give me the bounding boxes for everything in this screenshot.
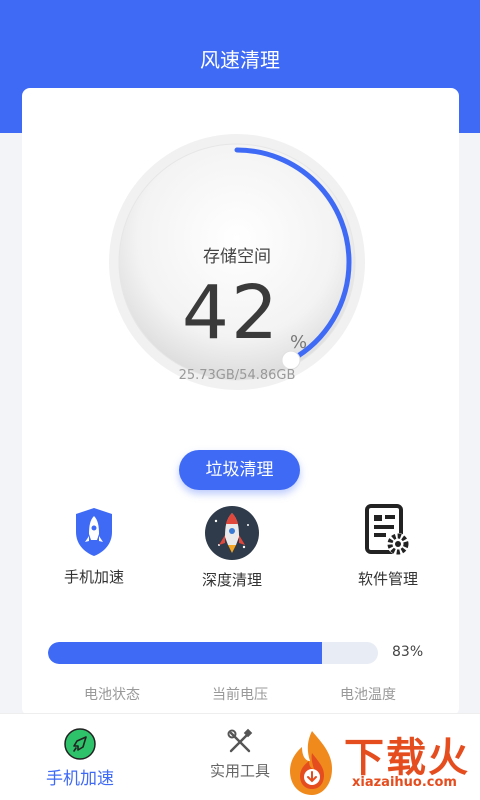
voltage-label: 当前电压 (212, 687, 268, 703)
voltage-stat: 当前电压 (180, 684, 300, 710)
tools-icon (227, 728, 253, 753)
storage-percent-value: 42 (181, 270, 281, 356)
battery-percent: 83% (392, 644, 424, 660)
app-manager-label: 软件管理 (357, 570, 418, 588)
storage-percent-unit: % (290, 332, 308, 353)
watermark-logo: 下载火 xiazaihuo.com (282, 725, 480, 800)
tab-phone-boost[interactable]: 手机加速 (20, 714, 140, 789)
temperature-label: 电池温度 (340, 687, 396, 703)
watermark-url: xiazaihuo.com (352, 775, 457, 790)
deep-clean-label: 深度清理 (201, 571, 262, 589)
page-title: 风速清理 (200, 48, 280, 72)
junk-clean-button[interactable]: 垃圾清理 (179, 450, 300, 490)
storage-label: 存储空间 (203, 247, 271, 267)
battery-progress-bar (48, 642, 378, 664)
app-settings-icon (365, 504, 409, 555)
battery-progress-fill (48, 642, 322, 664)
battery-status-stat: 电池状态 (52, 684, 172, 710)
storage-detail: 25.73GB/54.86GB (178, 368, 296, 383)
main-card: 存储空间 42 % 25.73GB/54.86GB 垃圾清理 手机加速 深度清理 (22, 88, 459, 716)
app-manager-button[interactable]: 软件管理 (328, 502, 448, 589)
rocket-icon (205, 506, 259, 560)
phone-boost-label: 手机加速 (63, 568, 124, 586)
battery-status-label: 电池状态 (84, 687, 140, 703)
phone-boost-button[interactable]: 手机加速 (34, 506, 154, 587)
temperature-stat: 电池温度 (308, 684, 428, 710)
storage-gauge: 存储空间 42 % 25.73GB/54.86GB (107, 132, 367, 392)
flame-icon (290, 731, 332, 795)
rocket-icon (64, 728, 96, 760)
deep-clean-button[interactable]: 深度清理 (172, 505, 292, 590)
rocket-shield-icon (76, 508, 112, 556)
tab-phone-boost-label: 手机加速 (46, 769, 114, 789)
